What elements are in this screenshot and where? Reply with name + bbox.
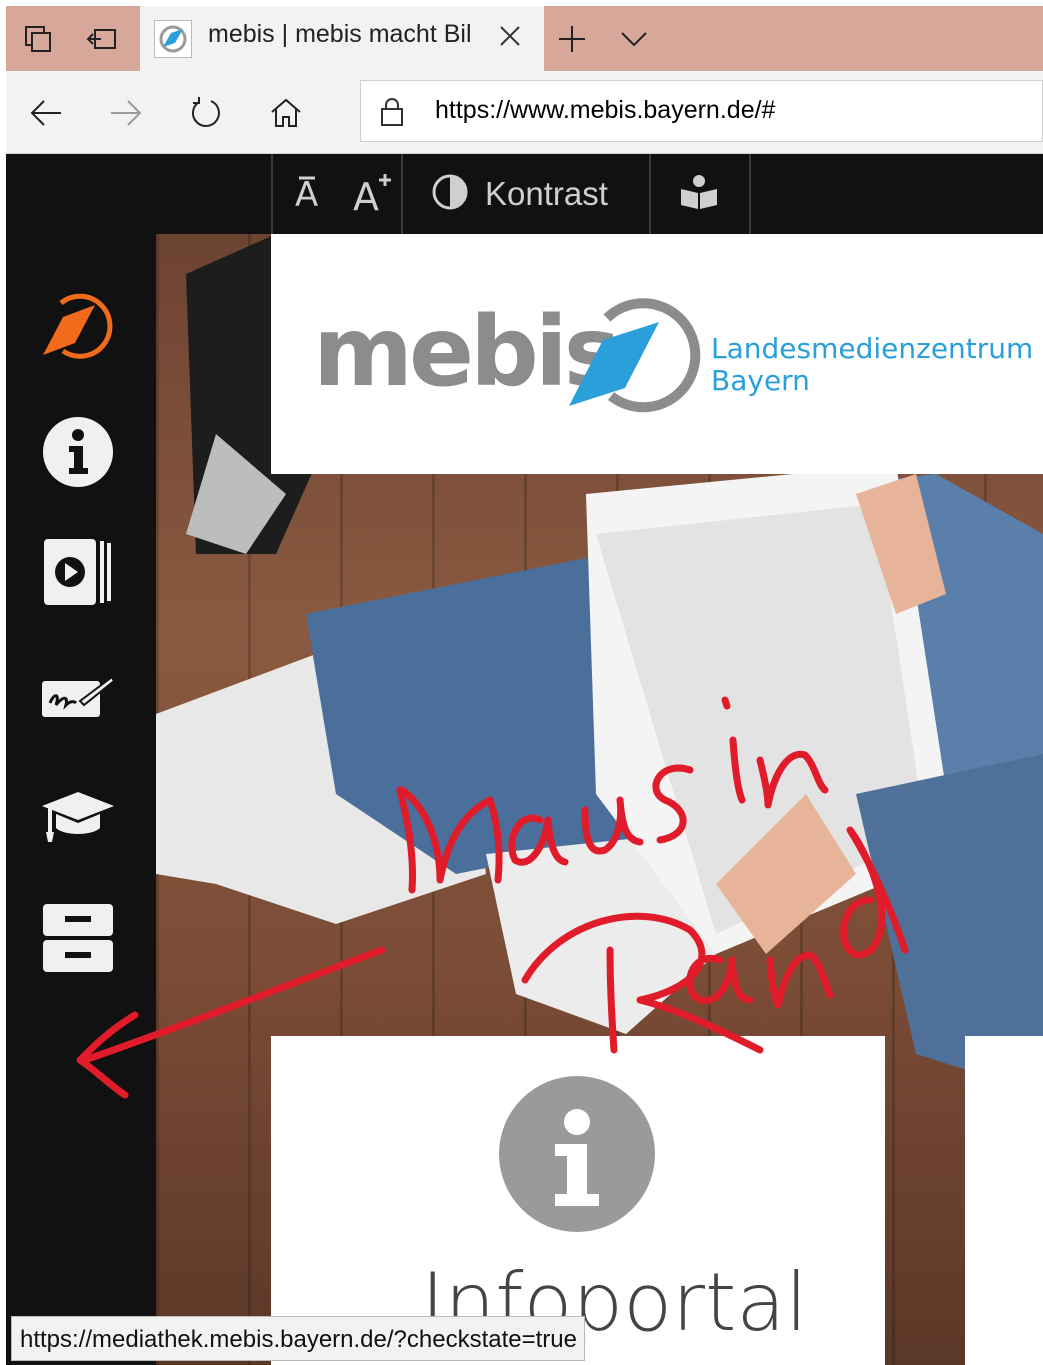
status-url: https://mediathek.mebis.bayern.de/?check… [20,1326,577,1353]
address-url[interactable]: https://www.mebis.bayern.de/# [435,96,775,125]
contrast-label: Kontrast [485,175,608,212]
accessibility-toolbar: A A Kontrast [271,154,753,234]
mebis-logo-mark-icon [567,296,703,418]
set-aside-tabs-icon[interactable] [72,6,132,71]
new-tab-icon[interactable] [542,6,602,71]
refresh-icon[interactable] [178,85,234,141]
contrast-icon [431,173,469,215]
infoportal-info-icon [499,1076,655,1232]
tab-bar: mebis | mebis macht Bil [6,6,1043,77]
reader-icon [679,173,719,215]
forward-arrow-icon[interactable] [98,85,154,141]
svg-text:A: A [353,175,379,214]
logo-subtitle-line1: Landesmedienzentrum [711,332,1034,365]
active-tab[interactable]: mebis | mebis macht Bil [140,6,544,77]
back-arrow-icon[interactable] [18,85,74,141]
archive-icon[interactable] [36,896,120,980]
lock-icon[interactable] [379,97,405,131]
font-size-group: A A [271,154,403,234]
svg-text:A: A [295,175,318,212]
close-tab-icon[interactable] [490,16,530,56]
signature-icon[interactable] [36,654,120,738]
web-page: A A Kontrast mebis Landesmedienzentrum B… [6,154,1043,1365]
side-navigation [6,234,156,1365]
reader-button[interactable] [649,154,751,234]
contrast-button[interactable]: Kontrast [401,154,651,234]
logo-card[interactable]: mebis Landesmedienzentrum Bayern [271,234,1043,474]
graduation-cap-icon[interactable] [36,774,120,858]
logo-subtitle-line2: Bayern [711,364,810,397]
font-larger-icon[interactable]: A [351,170,395,219]
mediathek-video-icon[interactable] [36,530,120,614]
tab-title: mebis | mebis macht Bil [208,20,472,48]
tab-overview-icon[interactable] [8,6,68,71]
tab-list-chevron-icon[interactable] [604,6,664,71]
mebis-compass-icon[interactable] [36,284,120,368]
mebis-favicon-icon [154,20,192,58]
next-card[interactable] [965,1036,1043,1365]
link-status-bar: https://mediathek.mebis.bayern.de/?check… [11,1316,585,1361]
home-icon[interactable] [258,85,314,141]
info-icon[interactable] [36,410,120,494]
font-smaller-icon[interactable]: A [291,172,331,216]
address-bar[interactable]: https://www.mebis.bayern.de/# [360,80,1043,142]
navigation-bar: https://www.mebis.bayern.de/# [6,71,1043,154]
